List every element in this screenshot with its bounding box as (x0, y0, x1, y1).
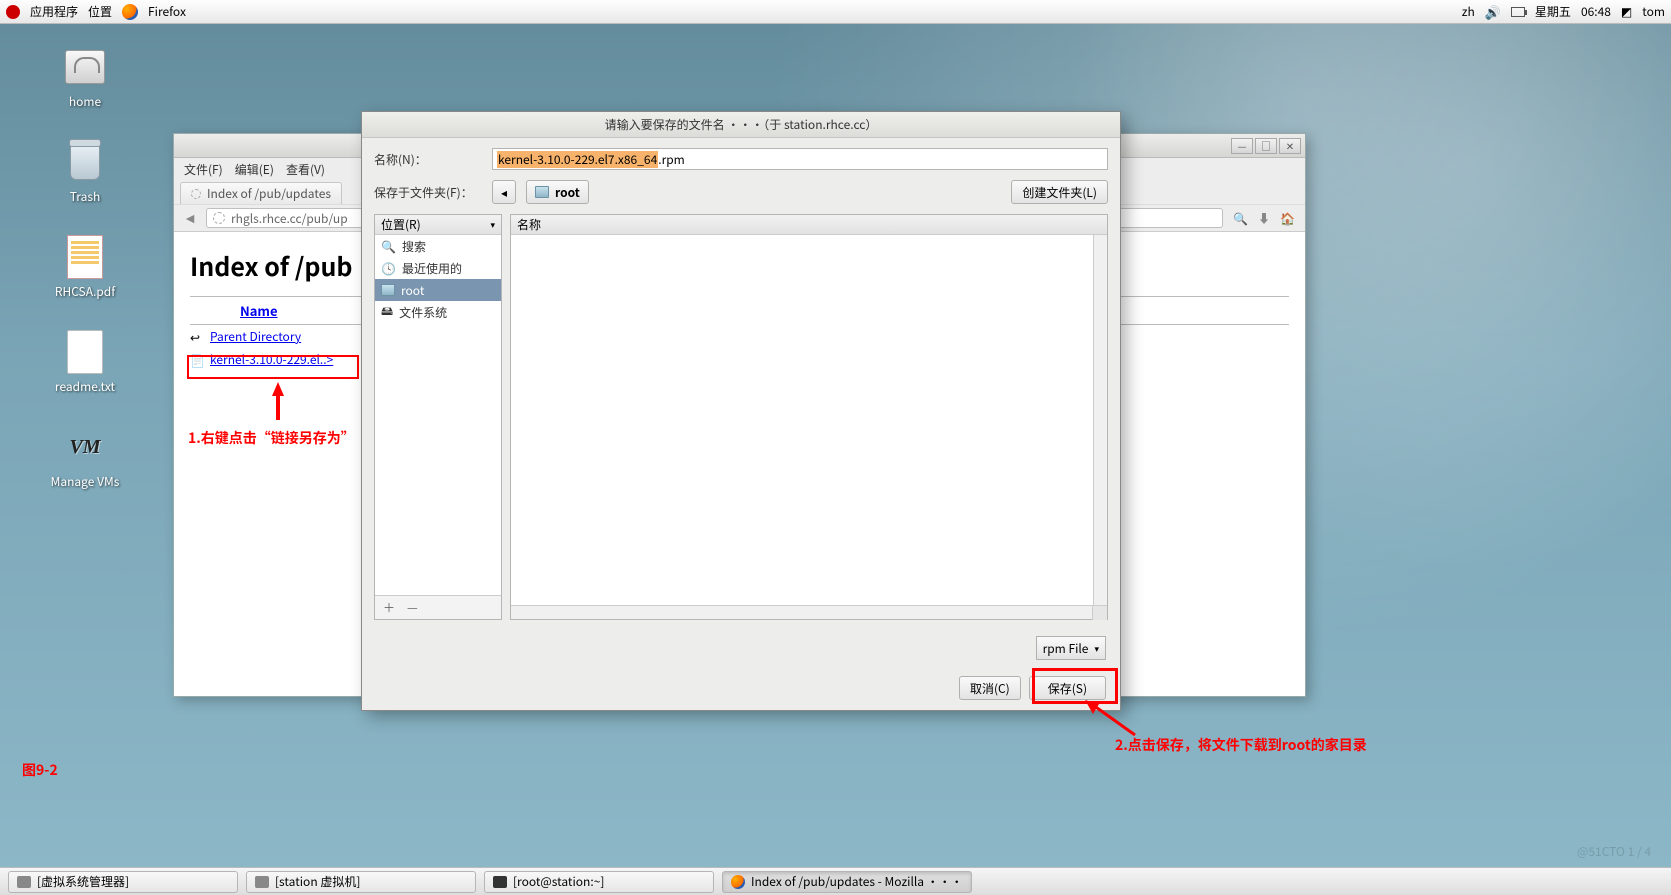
file-list-area[interactable] (511, 235, 1107, 605)
save-file-dialog: 请输入要保存的文件名 ···（于 station.rhce.cc） 名称(N)：… (361, 111, 1121, 711)
downloads-icon[interactable]: ⬇ (1258, 210, 1270, 227)
menu-places[interactable]: 位置 (88, 3, 112, 20)
place-recent[interactable]: 🕓最近使用的 (375, 257, 501, 279)
gnome-topbar: 应用程序 位置 Firefox zh 🔊 星期五 06:48 ◩ tom (0, 0, 1671, 24)
place-filesystem[interactable]: 🖴文件系统 (375, 301, 501, 323)
menu-applications[interactable]: 应用程序 (30, 3, 78, 20)
tab-favicon (191, 189, 201, 199)
task-vm-manager[interactable]: [虚拟系统管理器] (8, 871, 238, 893)
annotation-text-2: 2.点击保存，将文件下载到root的家目录 (1115, 735, 1367, 755)
desktop-icons: home Trash RHCSA.pdf readme.txt VMManage… (50, 45, 120, 490)
annotation-text-1: 1.右键点击“链接另存为” (188, 428, 355, 448)
ime-indicator[interactable]: zh (1462, 3, 1475, 20)
app-icon (17, 876, 31, 888)
dialog-title[interactable]: 请输入要保存的文件名 ···（于 station.rhce.cc） (362, 112, 1120, 138)
power-icon[interactable]: ◩ (1621, 3, 1632, 20)
folder-icon (535, 186, 549, 198)
places-footer: ＋ — (375, 595, 501, 619)
distro-icon (6, 5, 20, 19)
annotation-arrow-1 (272, 382, 284, 396)
drive-icon: 🖴 (381, 302, 393, 323)
watermark: @51CTO 1 / 4 (1577, 843, 1651, 860)
location-label: 保存于文件夹(F)： (374, 184, 482, 201)
file-list-panel: 名称 (510, 214, 1108, 620)
task-station-vm[interactable]: [station 虚拟机] (246, 871, 476, 893)
horizontal-scrollbar[interactable] (511, 605, 1107, 619)
desktop-icon-home[interactable]: home (50, 45, 120, 110)
clock-day[interactable]: 星期五 (1535, 3, 1571, 20)
task-terminal[interactable]: [root@station:~] (484, 871, 714, 893)
cancel-button[interactable]: 取消(C) (959, 676, 1021, 700)
name-label: 名称(N)： (374, 151, 482, 168)
window-close-button[interactable]: ✕ (1279, 138, 1301, 154)
window-minimize-button[interactable]: — (1231, 138, 1253, 154)
menu-file[interactable]: 文件(F) (184, 161, 223, 178)
parent-dir-icon: ↩ (190, 329, 206, 345)
file-type-select[interactable]: rpm File▾ (1036, 636, 1106, 660)
user-menu[interactable]: tom (1642, 3, 1665, 20)
browser-tab[interactable]: Index of /pub/updates (180, 182, 342, 204)
folder-icon (381, 284, 395, 296)
gnome-bottombar: [虚拟系统管理器] [station 虚拟机] [root@station:~]… (0, 867, 1671, 895)
task-firefox[interactable]: Index of /pub/updates - Mozilla ··· (722, 871, 972, 893)
file-icon: 📄 (190, 352, 206, 368)
clock-icon: 🕓 (381, 260, 396, 277)
save-button[interactable]: 保存(S) (1029, 676, 1106, 700)
filelist-header[interactable]: 名称 (511, 215, 1107, 235)
create-folder-button[interactable]: 创建文件夹(L) (1011, 180, 1108, 204)
filename-input[interactable]: kernel-3.10.0-229.el7.x86_64.rpm (492, 148, 1108, 170)
desktop-icon-trash[interactable]: Trash (50, 140, 120, 205)
link-parent-dir[interactable]: Parent Directory (210, 328, 301, 345)
app-icon (255, 876, 269, 888)
search-icon[interactable]: 🔍 (1233, 210, 1248, 227)
place-root[interactable]: root (375, 279, 501, 301)
place-search[interactable]: 🔍搜索 (375, 235, 501, 257)
desktop-icon-pdf[interactable]: RHCSA.pdf (50, 235, 120, 300)
figure-label: 图9-2 (22, 760, 58, 780)
desktop-icon-txt[interactable]: readme.txt (50, 330, 120, 395)
places-panel: 位置(R)▾ 🔍搜索 🕓最近使用的 root 🖴文件系统 ＋ — (374, 214, 502, 620)
menu-edit[interactable]: 编辑(E) (235, 161, 274, 178)
annotation-arrow-2 (1085, 700, 1145, 740)
firefox-icon (122, 4, 138, 20)
link-kernel-file[interactable]: kernel-3.10.0-229.el..> (210, 351, 333, 368)
add-bookmark-button[interactable]: ＋ (383, 599, 395, 616)
places-header[interactable]: 位置(R)▾ (375, 215, 501, 235)
volume-icon[interactable]: 🔊 (1485, 2, 1501, 21)
current-folder-button[interactable]: root (526, 180, 589, 204)
active-app-name[interactable]: Firefox (148, 3, 186, 20)
desktop-icon-vms[interactable]: VMManage VMs (50, 425, 120, 490)
path-back-button[interactable]: ◂ (492, 180, 516, 204)
remove-bookmark-button[interactable]: — (407, 599, 418, 616)
terminal-icon (493, 876, 507, 888)
battery-icon[interactable] (1511, 7, 1525, 17)
firefox-icon (731, 875, 745, 889)
site-favicon (213, 212, 225, 224)
menu-view[interactable]: 查看(V) (286, 161, 325, 178)
vertical-scrollbar[interactable] (1093, 235, 1107, 605)
home-icon[interactable]: 🏠 (1280, 210, 1295, 227)
window-maximize-button[interactable]: □ (1255, 138, 1277, 154)
nav-back-button[interactable]: ◄ (180, 208, 200, 228)
search-icon: 🔍 (381, 238, 396, 255)
clock-time[interactable]: 06:48 (1581, 3, 1611, 20)
